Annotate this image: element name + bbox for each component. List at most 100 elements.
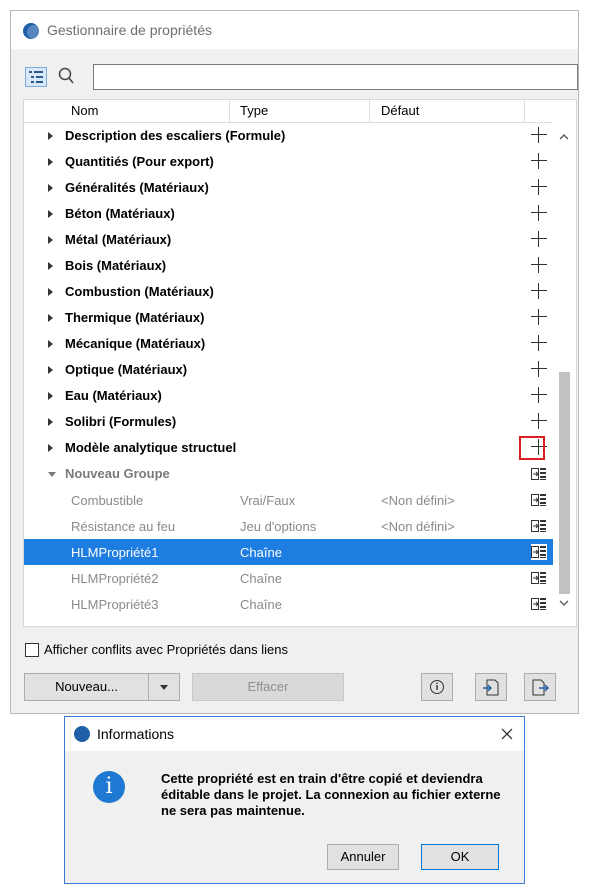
expand-arrow-icon[interactable] [48,418,53,426]
plus-icon[interactable] [531,283,547,299]
property-row[interactable]: HLMPropriété3 Chaîne [24,591,553,617]
expand-arrow-icon[interactable] [48,158,53,166]
expand-arrow-icon[interactable] [48,236,53,244]
scroll-up-icon[interactable] [559,130,569,140]
import-button[interactable] [475,673,507,701]
linked-property-icon[interactable] [531,492,547,508]
plus-icon[interactable] [531,309,547,325]
expand-arrow-icon[interactable] [48,314,53,322]
column-divider[interactable] [524,100,525,122]
delete-button[interactable]: Effacer [192,673,344,701]
group-label: Métal (Matériaux) [65,232,172,247]
plus-icon[interactable] [531,205,547,221]
group-label: Optique (Matériaux) [65,362,188,377]
property-grid: Nom Type Défaut Description des escalier… [23,99,577,627]
linked-property-icon[interactable] [531,596,547,612]
expand-arrow-icon[interactable] [48,340,53,348]
expand-arrow-icon[interactable] [48,210,53,218]
information-dialog: Informations i Cette propriété est en tr… [64,716,525,884]
highlight-annotation [519,436,545,460]
group-label: Modèle analytique structuel [65,440,237,455]
expand-arrow-icon[interactable] [48,288,53,296]
ok-button[interactable]: OK [421,844,499,870]
group-row[interactable]: Métal (Matériaux) [24,227,553,253]
group-row[interactable]: Mécanique (Matériaux) [24,331,553,357]
vertical-scrollbar[interactable] [553,100,576,626]
expand-arrow-icon[interactable] [48,392,53,400]
dialog-titlebar: Informations [65,717,524,751]
scrollbar-thumb[interactable] [559,372,570,594]
group-row[interactable]: Description des escaliers (Formule) [24,123,553,149]
show-conflicts-checkbox[interactable] [25,643,39,657]
archicad-logo-icon [23,23,39,39]
group-label: Béton (Matériaux) [65,206,175,221]
expand-arrow-icon[interactable] [48,184,53,192]
cancel-button[interactable]: Annuler [327,844,399,870]
tree-view-icon[interactable] [25,67,47,87]
expand-arrow-icon[interactable] [48,262,53,270]
group-row[interactable]: Solibri (Formules) [24,409,553,435]
group-row[interactable]: Bois (Matériaux) [24,253,553,279]
close-icon[interactable] [499,726,515,742]
property-type: Chaîne [240,597,282,612]
expand-arrow-icon[interactable] [48,366,53,374]
property-type: Vrai/Faux [240,493,296,508]
window-title: Gestionnaire de propriétés [47,22,212,38]
column-divider[interactable] [369,100,370,122]
expand-arrow-icon[interactable] [48,132,53,140]
plus-icon[interactable] [531,231,547,247]
show-conflicts-label: Afficher conflits avec Propriétés dans l… [44,642,288,657]
linked-property-icon[interactable] [531,518,547,534]
group-row[interactable]: Quantitiés (Pour export) [24,149,553,175]
group-label: Thermique (Matériaux) [65,310,205,325]
search-icon[interactable] [57,66,75,86]
linked-property-icon[interactable] [531,544,547,560]
group-row[interactable]: Optique (Matériaux) [24,357,553,383]
search-input[interactable] [93,64,578,90]
group-label: Généralités (Matériaux) [65,180,209,195]
expand-arrow-icon[interactable] [48,444,53,452]
plus-icon[interactable] [531,387,547,403]
property-type: Chaîne [240,571,282,586]
group-label: Eau (Matériaux) [65,388,162,403]
group-row[interactable]: Béton (Matériaux) [24,201,553,227]
grid-header: Nom Type Défaut [24,100,553,123]
column-header-name[interactable]: Nom [71,103,98,118]
group-row[interactable]: Généralités (Matériaux) [24,175,553,201]
plus-icon[interactable] [531,413,547,429]
group-label: Combustion (Matériaux) [65,284,214,299]
group-label: Quantitiés (Pour export) [65,154,214,169]
property-manager-window: Gestionnaire de propriétés Nom Type Défa… [10,10,579,714]
collapse-arrow-icon[interactable] [48,472,56,477]
plus-icon[interactable] [531,179,547,195]
linked-property-icon[interactable] [531,570,547,586]
plus-icon[interactable] [531,153,547,169]
plus-icon[interactable] [531,335,547,351]
archicad-logo-icon [74,726,90,742]
plus-icon[interactable] [531,361,547,377]
property-row[interactable]: Combustible Vrai/Faux <Non défini> [24,487,553,513]
linked-property-icon[interactable] [531,466,547,482]
group-label: Solibri (Formules) [65,414,177,429]
property-row[interactable]: HLMPropriété2 Chaîne [24,565,553,591]
column-header-type[interactable]: Type [240,103,268,118]
export-button[interactable] [524,673,556,701]
plus-icon[interactable] [531,257,547,273]
column-divider[interactable] [229,100,230,122]
group-row[interactable]: Eau (Matériaux) [24,383,553,409]
info-button[interactable] [421,673,453,701]
group-row[interactable]: Thermique (Matériaux) [24,305,553,331]
scroll-down-icon[interactable] [559,596,569,606]
group-row[interactable]: Combustion (Matériaux) [24,279,553,305]
group-row[interactable]: Modèle analytique structuel [24,435,553,461]
group-row-expanded[interactable]: Nouveau Groupe [24,461,553,487]
property-type: Chaîne [240,545,282,560]
group-label: Description des escaliers (Formule) [65,128,286,143]
plus-icon[interactable] [531,127,547,143]
new-button[interactable]: Nouveau... [24,673,149,701]
column-header-default[interactable]: Défaut [381,103,419,118]
window-titlebar: Gestionnaire de propriétés [11,11,578,49]
property-row[interactable]: Résistance au feu Jeu d'options <Non déf… [24,513,553,539]
property-row-selected[interactable]: HLMPropriété1 Chaîne [24,539,553,565]
new-dropdown-button[interactable] [148,673,180,701]
